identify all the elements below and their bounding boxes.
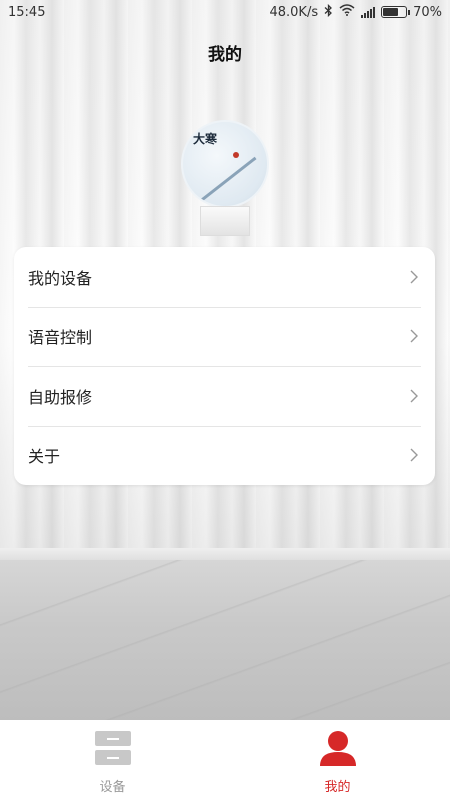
battery-percent: 70% (413, 4, 442, 20)
tab-devices[interactable]: 设备 (0, 720, 225, 800)
menu-item-label: 关于 (28, 447, 61, 467)
avatar-accent (233, 152, 239, 158)
battery-fill (383, 8, 398, 16)
status-time: 15:45 (8, 4, 46, 20)
status-right: 48.0K/s 70% (269, 3, 442, 21)
net-speed: 48.0K/s (269, 4, 319, 20)
signal-icon (361, 6, 376, 18)
tab-devices-label: 设备 (99, 780, 126, 795)
tab-mine[interactable]: 我的 (225, 720, 450, 800)
battery-icon (381, 6, 411, 18)
bottom-nav: 设备 我的 (0, 720, 450, 800)
page-title: 我的 (208, 45, 242, 65)
bluetooth-icon (324, 3, 333, 21)
menu-item-self-repair[interactable]: 自助报修 (14, 366, 435, 426)
status-bar: 15:45 48.0K/s 70% (0, 0, 450, 24)
avatar[interactable]: 大寒 (181, 120, 269, 208)
menu-item-label: 自助报修 (28, 387, 93, 407)
chevron-right-icon (407, 327, 421, 345)
avatar-branch (199, 156, 257, 203)
device-icon (94, 730, 132, 770)
menu-item-about[interactable]: 关于 (14, 425, 435, 486)
floor (0, 560, 450, 720)
menu-item-label: 我的设备 (28, 268, 93, 288)
chevron-right-icon (407, 387, 421, 405)
menu-item-my-devices[interactable]: 我的设备 (14, 247, 435, 307)
wifi-icon (339, 4, 355, 20)
person-icon (319, 730, 357, 770)
chevron-right-icon (407, 268, 421, 286)
avatar-image-text: 大寒 (193, 132, 218, 146)
avatar-pedestal (200, 206, 250, 236)
menu-item-label: 语音控制 (28, 328, 93, 348)
tab-mine-label: 我的 (324, 780, 351, 795)
menu-card: 我的设备 语音控制 自助报修 关于 (14, 247, 435, 485)
menu-item-voice-control[interactable]: 语音控制 (14, 306, 435, 367)
chevron-right-icon (407, 446, 421, 464)
